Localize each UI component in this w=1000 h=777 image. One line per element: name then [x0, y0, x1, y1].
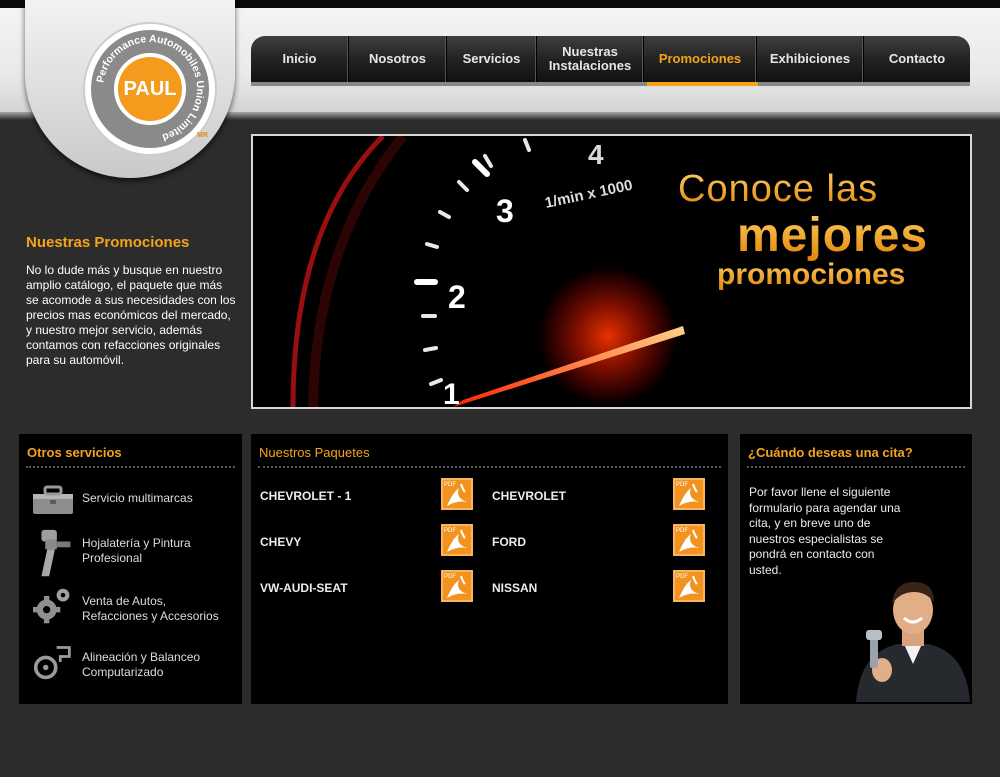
package-label[interactable]: CHEVROLET [492, 489, 566, 503]
spray-gun-icon [41, 529, 71, 577]
package-label[interactable]: VW-AUDI-SEAT [260, 581, 348, 595]
nav-nosotros[interactable]: Nosotros [349, 36, 447, 82]
banner-headline-3: promociones [717, 258, 906, 291]
service-item-alineacion[interactable]: Alineación y Balanceo Computarizado [19, 640, 242, 684]
svg-text:1: 1 [443, 378, 460, 407]
package-label[interactable]: CHEVROLET - 1 [260, 489, 351, 503]
svg-text:4: 4 [588, 139, 604, 170]
toolbox-icon [33, 485, 73, 514]
main-nav: Inicio Nosotros Servicios Nuestras Insta… [251, 36, 970, 86]
promo-title: Nuestras Promociones [26, 234, 190, 251]
pdf-download-icon[interactable]: PDF [441, 524, 473, 556]
logo-badge[interactable]: Performance Automobiles Union Limited PA… [25, 0, 235, 178]
divider [747, 466, 965, 468]
service-item-hojalateria[interactable]: Hojalatería y Pintura Profesional [19, 526, 242, 577]
pdf-download-icon[interactable]: PDF [441, 570, 473, 602]
logo-ring-inner: Performance Automobiles Union Limited PA… [91, 30, 209, 148]
service-item-venta[interactable]: Venta de Autos, Refacciones y Accesorios [19, 584, 242, 628]
mechanic-photo [856, 582, 970, 702]
service-label: Servicio multimarcas [82, 491, 193, 505]
cita-body: Por favor llene el siguiente formulario … [749, 485, 901, 577]
pdf-download-icon[interactable]: PDF [441, 478, 473, 510]
package-label[interactable]: CHEVY [260, 535, 301, 549]
pdf-download-icon[interactable]: PDF [673, 570, 705, 602]
pdf-badge-text: PDF [444, 574, 456, 580]
nav-instalaciones[interactable]: Nuestras Instalaciones [537, 36, 644, 82]
cita-title: ¿Cuándo deseas una cita? [748, 445, 913, 460]
banner-headline-2: mejores [737, 209, 929, 262]
banner-headline-1: Conoce las [678, 168, 879, 210]
logo-registered-mark: MR [197, 132, 208, 139]
promo-body: No lo dude más y busque en nuestro ampli… [26, 263, 236, 367]
paquetes-title: Nuestros Paquetes [259, 445, 370, 460]
divider [26, 466, 235, 468]
svg-text:2: 2 [448, 279, 466, 315]
gears-icon [33, 588, 70, 624]
logo-core: PAUL [114, 53, 186, 125]
package-label[interactable]: NISSAN [492, 581, 537, 595]
nav-active-indicator [647, 82, 758, 86]
nav-servicios[interactable]: Servicios [447, 36, 537, 82]
service-label: Venta de Autos, Refacciones y Accesorios [82, 594, 219, 623]
wheel-alignment-icon [33, 646, 71, 680]
pdf-badge-text: PDF [676, 482, 688, 488]
service-label: Alineación y Balanceo Computarizado [82, 650, 201, 679]
paquetes-panel: Nuestros Paquetes CHEVROLET - 1 CHEVROLE… [251, 434, 728, 704]
promo-banner[interactable]: 1 2 3 4 1/min x 1000 Conoce las mejores … [251, 134, 972, 409]
pdf-badge-text: PDF [676, 574, 688, 580]
logo-name: PAUL [123, 77, 177, 100]
svg-text:3: 3 [496, 193, 514, 229]
pdf-download-icon[interactable]: PDF [673, 524, 705, 556]
nav-inicio[interactable]: Inicio [251, 36, 349, 82]
nav-exhibiciones[interactable]: Exhibiciones [757, 36, 864, 82]
otros-servicios-panel: Otros servicios Servicio multimarcas Hoj… [19, 434, 242, 704]
service-label: Hojalatería y Pintura Profesional [82, 536, 191, 565]
cita-panel[interactable]: ¿Cuándo deseas una cita? Por favor llene… [740, 434, 972, 704]
pdf-badge-text: PDF [676, 528, 688, 534]
otros-servicios-title: Otros servicios [27, 445, 122, 460]
pdf-download-icon[interactable]: PDF [673, 478, 705, 510]
nav-contacto[interactable]: Contacto [864, 36, 970, 82]
service-item-multimarcas[interactable]: Servicio multimarcas [19, 480, 242, 524]
divider [258, 466, 721, 468]
pdf-badge-text: PDF [444, 528, 456, 534]
nav-promociones[interactable]: Promociones [644, 36, 757, 82]
pdf-badge-text: PDF [444, 482, 456, 488]
package-label[interactable]: FORD [492, 535, 526, 549]
